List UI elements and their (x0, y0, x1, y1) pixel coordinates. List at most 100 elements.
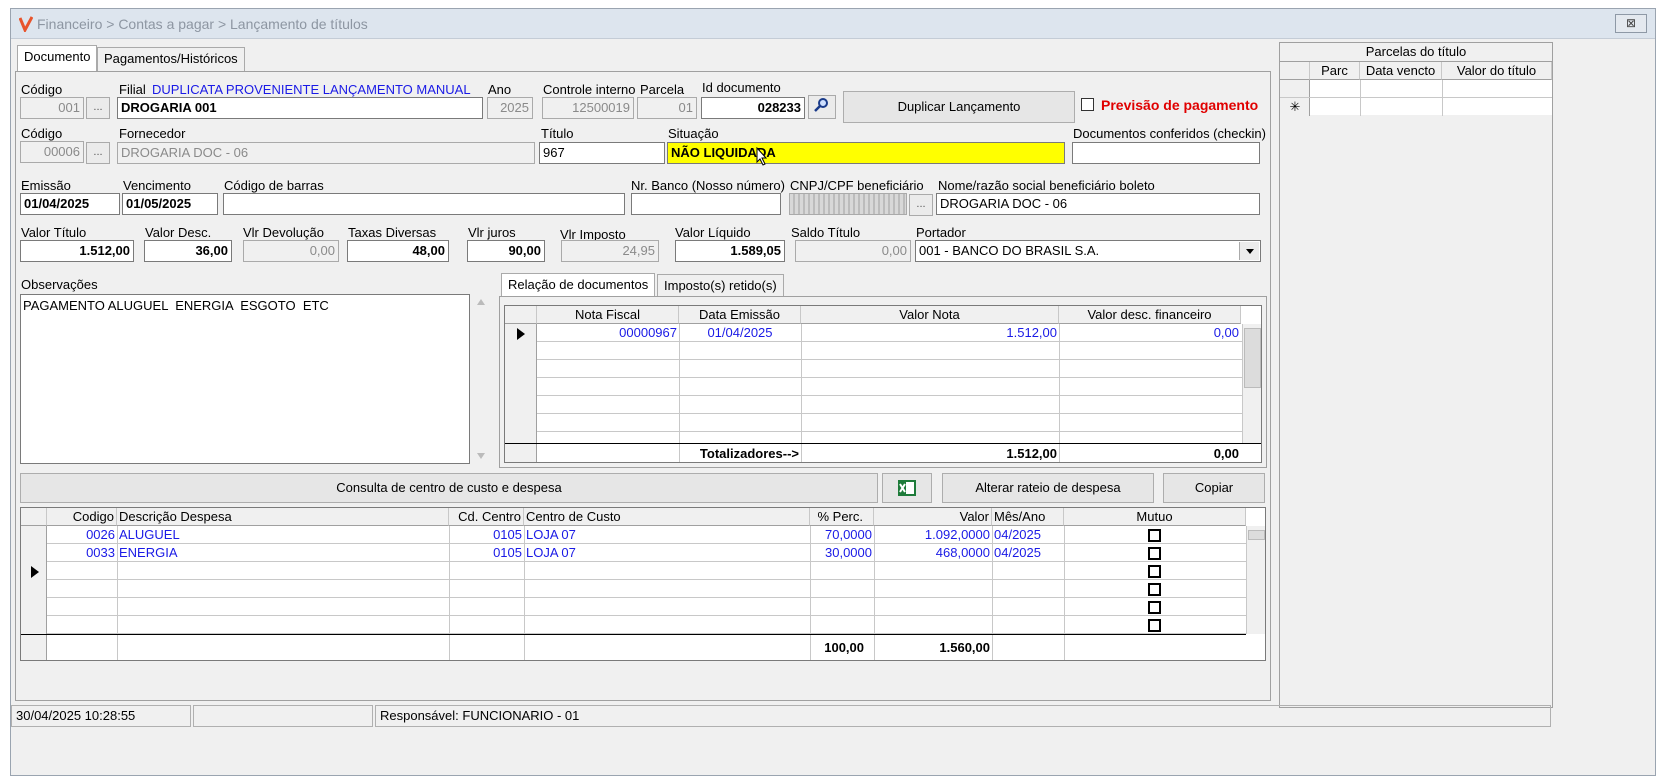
ano-label: Ano (488, 82, 512, 97)
copiar-button[interactable]: Copiar (1163, 473, 1265, 503)
filial-field[interactable]: DROGARIA 001 (117, 97, 483, 119)
search-doc-button[interactable] (808, 95, 836, 119)
juros-label: Vlr juros (468, 225, 516, 240)
documentos-scroll-thumb[interactable] (1244, 328, 1261, 388)
despesas-scrollbar[interactable] (1246, 526, 1265, 634)
observacoes-scrollbar[interactable] (473, 294, 489, 464)
desp-cell-cd-centro[interactable]: 0105 (449, 544, 524, 562)
total-valor: 1.560,00 (939, 640, 990, 655)
imposto-field[interactable]: 24,95 (561, 240, 659, 262)
codigo-filial-field[interactable]: 001 (20, 97, 84, 119)
desp-cell-perc[interactable]: 30,0000 (810, 544, 874, 562)
emissao-field[interactable]: 01/04/2025 (20, 193, 120, 215)
desp-cell-valor[interactable]: 1.092,0000 (874, 526, 992, 544)
desp-cell-mes-ano[interactable]: 04/2025 (992, 544, 1064, 562)
col-centro-custo[interactable]: Centro de Custo (524, 508, 810, 526)
observacoes-textarea[interactable]: PAGAMENTO ALUGUEL ENERGIA ESGOTO ETC (20, 294, 470, 464)
fornecedor-lookup-button[interactable]: ... (86, 142, 110, 164)
situacao-field[interactable]: NÃO LIQUIDADA (667, 142, 1065, 164)
titulo-label: Título (541, 126, 574, 141)
checkin-field[interactable] (1072, 142, 1260, 164)
mutuo-checkbox[interactable] (1148, 565, 1161, 578)
banco-field[interactable] (631, 193, 781, 215)
desp-cell-codigo[interactable]: 0026 (47, 526, 117, 544)
valor-titulo-field[interactable]: 1.512,00 (20, 240, 134, 262)
parcela-field[interactable]: 01 (637, 97, 697, 119)
saldo-field[interactable]: 0,00 (795, 240, 911, 262)
col-cd-centro[interactable]: Cd. Centro (449, 508, 524, 526)
vencimento-label: Vencimento (123, 178, 191, 193)
desp-cell-perc[interactable]: 70,0000 (810, 526, 874, 544)
cnpj-lookup-button[interactable]: ... (909, 194, 933, 216)
col-valor[interactable]: Valor (874, 508, 992, 526)
desp-cell-descricao[interactable]: ENERGIA (117, 544, 449, 562)
mutuo-checkbox[interactable] (1148, 529, 1161, 542)
doc-cell-valor[interactable]: 1.512,00 (801, 324, 1059, 342)
fornecedor-field[interactable]: DROGARIA DOC - 06 (117, 142, 535, 164)
ano-field[interactable]: 2025 (487, 97, 533, 119)
alterar-rateio-button[interactable]: Alterar rateio de despesa (942, 473, 1154, 503)
duplicar-button[interactable]: Duplicar Lançamento (843, 91, 1075, 123)
nome-beneficiario-field[interactable]: DROGARIA DOC - 06 (936, 193, 1260, 215)
col-descricao-despesa[interactable]: Descrição Despesa (117, 508, 449, 526)
vlr-devolucao-field[interactable]: 0,00 (243, 240, 339, 262)
desp-cell-centro[interactable]: LOJA 07 (524, 526, 810, 544)
desp-cell-centro[interactable]: LOJA 07 (524, 544, 810, 562)
tab-impostos-retidos[interactable]: Imposto(s) retido(s) (657, 274, 784, 297)
filial-label: Filial (119, 82, 146, 97)
grid-corner (1280, 62, 1310, 80)
mutuo-checkbox[interactable] (1148, 601, 1161, 614)
col-valor-titulo[interactable]: Valor do título (1442, 62, 1552, 80)
close-button[interactable]: ⊠ (1615, 14, 1647, 33)
desp-cell-descricao[interactable]: ALUGUEL (117, 526, 449, 544)
previsao-checkbox[interactable] (1081, 98, 1094, 111)
vencimento-field[interactable]: 01/05/2025 (122, 193, 218, 215)
mutuo-checkbox[interactable] (1148, 583, 1161, 596)
col-nota-fiscal[interactable]: Nota Fiscal (537, 306, 679, 324)
total-separator (21, 634, 1246, 635)
portador-select[interactable]: 001 - BANCO DO BRASIL S.A. (915, 240, 1261, 262)
valor-titulo-label: Valor Título (21, 225, 87, 240)
doc-cell-nota[interactable]: 00000967 (537, 324, 679, 342)
mutuo-checkbox[interactable] (1148, 619, 1161, 632)
col-valor-nota[interactable]: Valor Nota (801, 306, 1059, 324)
export-excel-button[interactable] (882, 473, 932, 503)
row-separator (505, 395, 1242, 396)
desp-cell-valor[interactable]: 468,0000 (874, 544, 992, 562)
taxas-field[interactable]: 48,00 (347, 240, 449, 262)
col-data-emissao[interactable]: Data Emissão (679, 306, 801, 324)
juros-field[interactable]: 90,00 (467, 240, 545, 262)
iddoc-field[interactable]: 028233 (701, 97, 805, 119)
doc-cell-desc[interactable]: 0,00 (1059, 324, 1241, 342)
liquido-field[interactable]: 1.589,05 (675, 240, 785, 262)
mutuo-checkbox[interactable] (1148, 547, 1161, 560)
col-mutuo[interactable]: Mutuo (1064, 508, 1246, 526)
tab-pagamentos[interactable]: Pagamentos/Históricos (97, 47, 245, 71)
codigo-filial-label: Código (21, 82, 63, 97)
codigo-fornecedor-field[interactable]: 00006 (20, 141, 84, 163)
portador-dropdown-button[interactable] (1239, 242, 1259, 260)
doc-cell-data[interactable]: 01/04/2025 (679, 324, 801, 342)
documentos-scrollbar[interactable] (1242, 324, 1261, 443)
valor-desc-field[interactable]: 36,00 (144, 240, 232, 262)
desp-cell-codigo[interactable]: 0033 (47, 544, 117, 562)
controle-field[interactable]: 12500019 (542, 97, 634, 119)
cnpj-field[interactable] (789, 193, 907, 215)
codigo-filial-lookup-button[interactable]: ... (86, 97, 110, 119)
col-parc[interactable]: Parc (1310, 62, 1360, 80)
tab-relacao-documentos[interactable]: Relação de documentos (501, 273, 656, 297)
desp-cell-mes-ano[interactable]: 04/2025 (992, 526, 1064, 544)
col-valor-desc[interactable]: Valor desc. financeiro (1059, 306, 1241, 324)
col-codigo[interactable]: Codigo (47, 508, 117, 526)
col-perc[interactable]: % Perc. (810, 508, 874, 526)
titulo-field[interactable]: 967 (539, 142, 665, 164)
desp-cell-cd-centro[interactable]: 0105 (449, 526, 524, 544)
col-data-vencto[interactable]: Data vencto (1360, 62, 1442, 80)
despesas-scroll-thumb[interactable] (1248, 530, 1265, 540)
col-mes-ano[interactable]: Mês/Ano (992, 508, 1064, 526)
total-perc: 100,00 (824, 640, 864, 655)
tab-documento[interactable]: Documento (17, 45, 98, 71)
barras-field[interactable] (223, 193, 625, 215)
consulta-centro-custo-button[interactable]: Consulta de centro de custo e despesa (20, 473, 878, 503)
situacao-label: Situação (668, 126, 719, 141)
